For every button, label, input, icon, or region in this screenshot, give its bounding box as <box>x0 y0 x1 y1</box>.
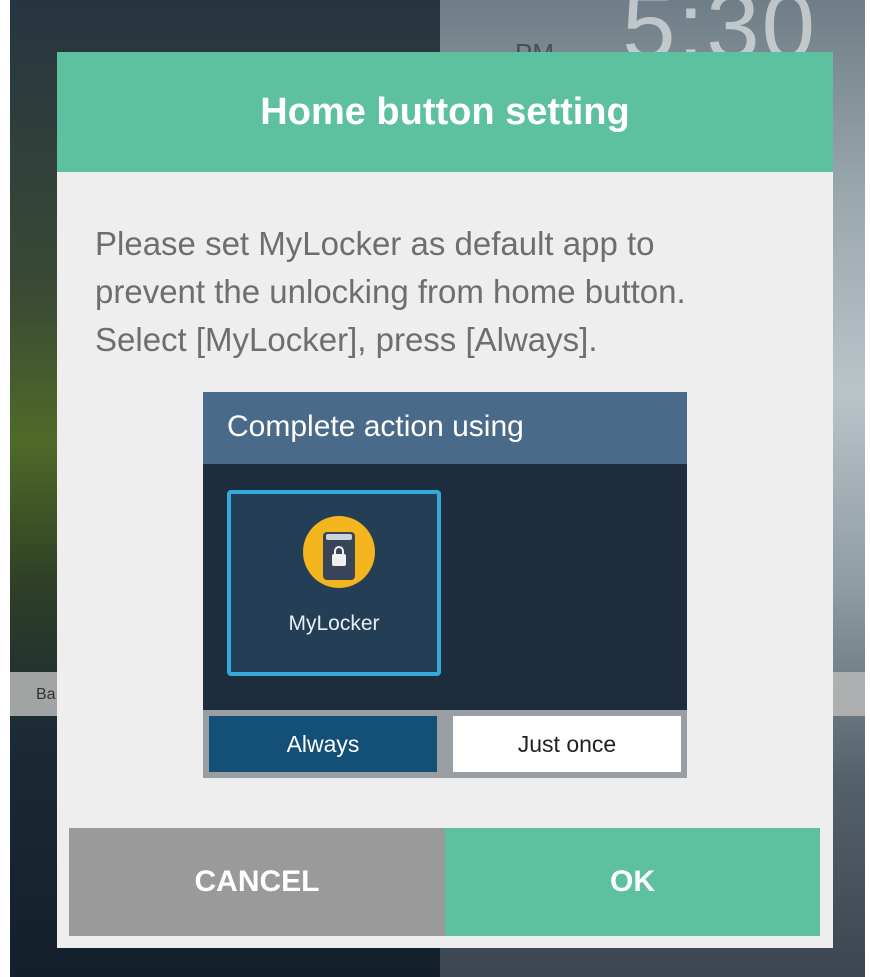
phone-screen-top <box>326 534 352 540</box>
illustration-button-bar: Always Just once <box>203 710 687 778</box>
cancel-button[interactable]: CANCEL <box>69 828 445 936</box>
illustration-header: Complete action using <box>203 392 687 464</box>
lock-phone-icon <box>303 516 375 588</box>
illustration-always-button: Always <box>209 716 437 772</box>
dialog-title: Home button setting <box>260 90 630 133</box>
ok-button[interactable]: OK <box>445 828 820 936</box>
message-line: Please set MyLocker as default app to <box>95 225 655 262</box>
message-line: Select [MyLocker], press [Always]. <box>95 321 598 358</box>
dialog-message: Please set MyLocker as default app to pr… <box>95 220 815 364</box>
illustration-just-once-button: Just once <box>453 716 681 772</box>
lock-body <box>332 554 346 566</box>
instruction-illustration: Complete action using MyLocker Always Ju… <box>203 392 687 778</box>
app-label: MyLocker <box>288 612 380 635</box>
message-line: prevent the unlocking from home button. <box>95 273 686 310</box>
mylocker-app-tile: MyLocker <box>227 490 441 676</box>
home-button-setting-dialog: Home button setting Please set MyLocker … <box>57 52 833 948</box>
dialog-header: Home button setting <box>57 52 833 172</box>
background-strip-text: Ba <box>36 686 56 703</box>
illustration-title: Complete action using <box>227 410 524 443</box>
